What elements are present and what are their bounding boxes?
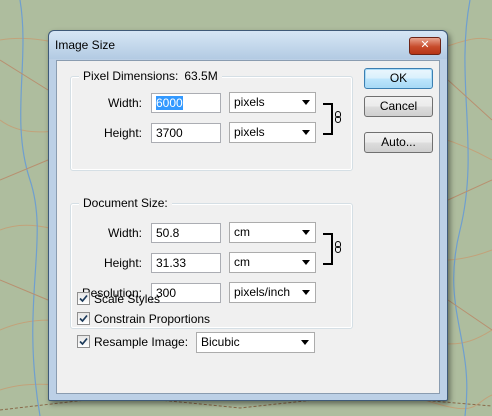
resample-image-checkbox[interactable]	[77, 335, 90, 348]
document-size-label: Document Size:	[83, 196, 168, 210]
pixel-height-input[interactable]: 3700	[151, 123, 221, 143]
pixel-dimensions-title: Pixel Dimensions: 63.5M	[79, 69, 222, 83]
image-size-dialog: Image Size ✕ Pixel Dimensions: 63.5M Widt…	[48, 30, 448, 401]
pixel-dimensions-label: Pixel Dimensions:	[83, 69, 179, 83]
doc-width-label: Width:	[107, 226, 142, 240]
pixel-width-unit: pixels	[234, 95, 265, 109]
constrain-proportions-checkbox[interactable]	[77, 312, 90, 325]
scale-styles-option[interactable]: Scale Styles	[77, 292, 217, 308]
constrain-proportions-label: Constrain Proportions	[94, 312, 211, 326]
pixel-width-label: Width:	[107, 96, 142, 110]
scale-styles-label: Scale Styles	[94, 292, 161, 306]
checkmark-icon	[79, 294, 88, 303]
resample-image-label: Resample Image:	[94, 335, 189, 349]
resample-method-value: Bicubic	[201, 335, 240, 349]
doc-height-unit: cm	[234, 255, 250, 269]
scale-styles-checkbox[interactable]	[77, 292, 90, 305]
doc-height-unit-select[interactable]: cm	[229, 252, 316, 273]
pixel-height-unit: pixels	[234, 125, 265, 139]
resolution-unit: pixels/inch	[234, 285, 291, 299]
ok-button[interactable]: OK	[364, 68, 433, 89]
doc-height-value: 31.33	[156, 256, 187, 270]
doc-height-input[interactable]: 31.33	[151, 253, 221, 273]
pixel-width-input[interactable]: 6000	[151, 93, 221, 113]
checkmark-icon	[79, 314, 88, 323]
link-chain-icon	[335, 111, 341, 123]
cancel-button[interactable]: Cancel	[364, 96, 433, 117]
chevron-down-icon	[302, 260, 310, 265]
document-size-title: Document Size:	[79, 196, 172, 210]
pixel-width-value: 6000	[156, 96, 183, 110]
document-link-bracket	[323, 233, 333, 265]
document-size-group: Document Size: Width: 50.8 cm Height: 31…	[70, 196, 353, 329]
auto-button[interactable]: Auto...	[364, 132, 433, 153]
doc-width-input[interactable]: 50.8	[151, 223, 221, 243]
chevron-down-icon	[302, 130, 310, 135]
chevron-down-icon	[302, 230, 310, 235]
pixel-width-unit-select[interactable]: pixels	[229, 92, 316, 113]
doc-width-value: 50.8	[156, 226, 180, 240]
chevron-down-icon	[301, 340, 309, 345]
resample-image-option[interactable]: Resample Image:	[77, 335, 197, 351]
dialog-titlebar[interactable]: Image Size ✕	[49, 31, 447, 59]
pixel-height-value: 3700	[156, 126, 183, 140]
chevron-down-icon	[302, 290, 310, 295]
pixel-dimensions-size: 63.5M	[184, 69, 218, 83]
doc-width-unit: cm	[234, 225, 250, 239]
dialog-client-area: Pixel Dimensions: 63.5M Width: 6000 pixel…	[56, 60, 440, 394]
pixel-height-label: Height:	[103, 126, 142, 140]
doc-height-label: Height:	[103, 256, 142, 270]
constrain-proportions-option[interactable]: Constrain Proportions	[77, 312, 237, 328]
chevron-down-icon	[302, 100, 310, 105]
checkmark-icon	[79, 337, 88, 346]
doc-width-unit-select[interactable]: cm	[229, 222, 316, 243]
resample-method-select[interactable]: Bicubic	[196, 332, 315, 353]
link-chain-icon	[335, 241, 341, 253]
pixel-dimensions-group: Pixel Dimensions: 63.5M Width: 6000 pixel…	[70, 69, 353, 171]
pixel-link-bracket	[323, 103, 333, 135]
close-button[interactable]: ✕	[409, 37, 441, 55]
resolution-unit-select[interactable]: pixels/inch	[229, 282, 316, 303]
dialog-title: Image Size	[55, 38, 116, 52]
close-icon: ✕	[420, 39, 430, 51]
pixel-height-unit-select[interactable]: pixels	[229, 122, 316, 143]
